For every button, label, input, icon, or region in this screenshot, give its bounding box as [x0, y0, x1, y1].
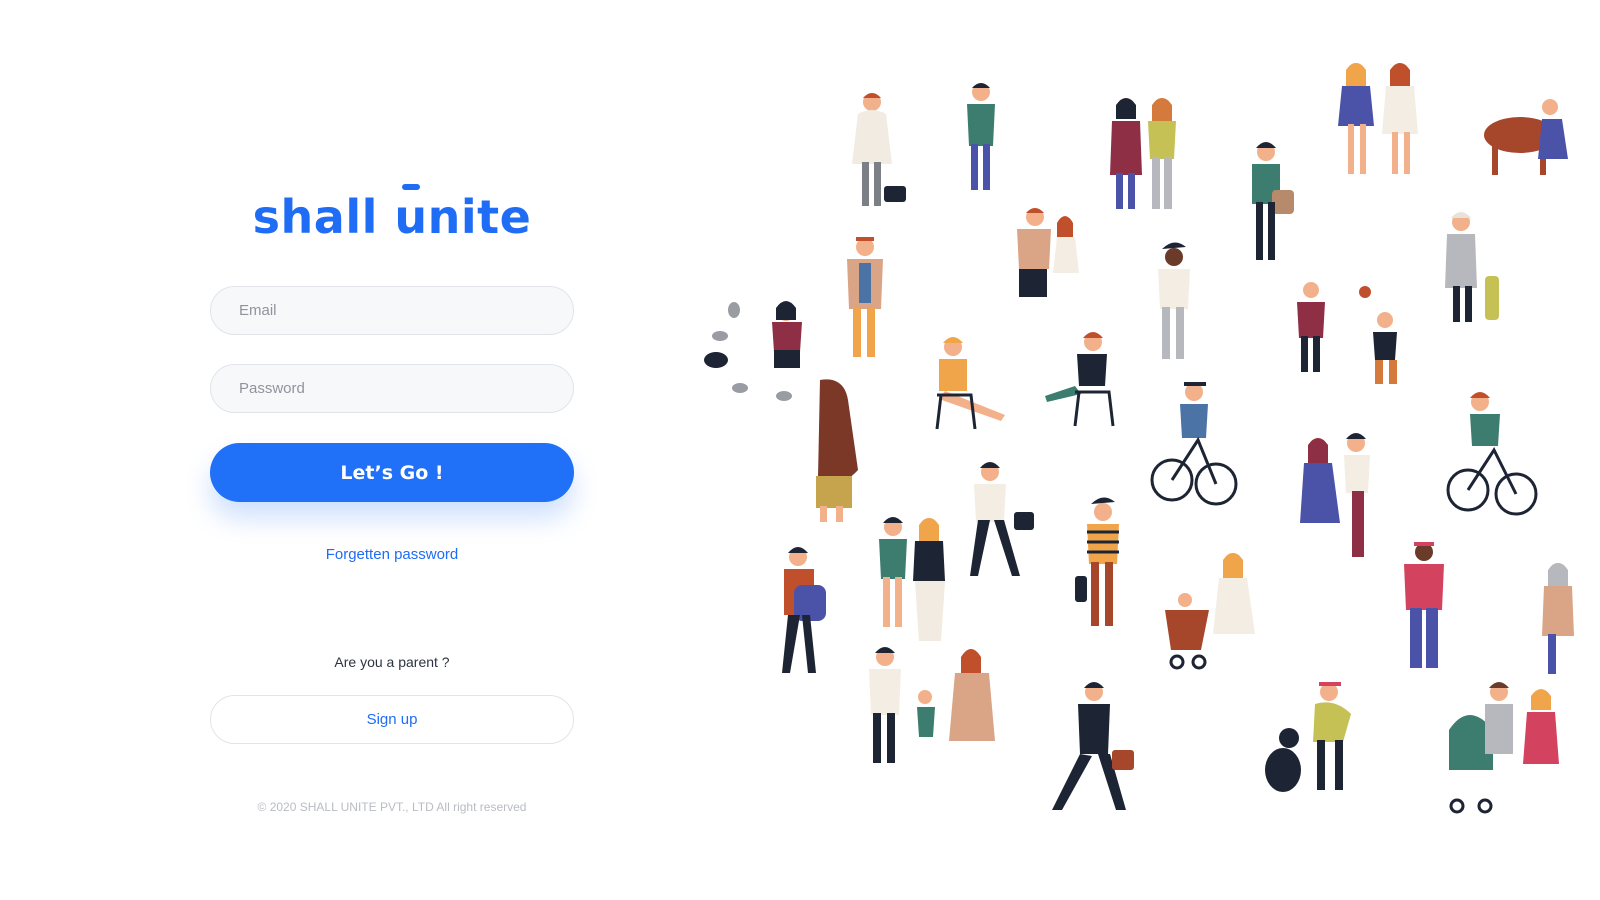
- person-two-women-icon: [1338, 63, 1418, 174]
- person-businessman-icon: [1052, 682, 1134, 810]
- person-boy-dog-icon: [1265, 682, 1351, 792]
- person-old-man-suitcase-icon: [1445, 212, 1499, 322]
- person-two-women-walking-icon: [879, 517, 945, 641]
- logo-smile-letter: u: [394, 184, 428, 244]
- logo-text-left: shall: [252, 190, 395, 244]
- person-red-shirt-icon: [1404, 542, 1444, 668]
- person-man-white-shirt-icon: [1158, 242, 1190, 359]
- person-sitting-chair-icon: [935, 337, 1005, 430]
- email-input[interactable]: [210, 286, 574, 335]
- person-man-blue-bag-icon: [782, 547, 826, 673]
- logo-text-u: u: [394, 190, 428, 244]
- forgot-password-link[interactable]: Forgetten password: [210, 546, 574, 563]
- person-mother-stroller-icon: [1165, 553, 1255, 670]
- person-stroller-couple-icon: [1449, 682, 1559, 814]
- crowd-of-people-illustration: [680, 40, 1600, 840]
- person-edge-woman-icon: [1542, 563, 1574, 674]
- smile-mark-icon: [402, 184, 421, 190]
- person-cyclist-icon: [1150, 382, 1238, 506]
- logo-text-right: nite: [427, 190, 532, 244]
- password-input[interactable]: [210, 364, 574, 413]
- person-cyclist-green-icon: [1446, 392, 1538, 516]
- person-kids-ball-icon: [1297, 282, 1397, 384]
- person-man-teal-icon: [967, 83, 995, 190]
- sign-up-button[interactable]: Sign up: [210, 695, 574, 744]
- person-dancing-couple-icon: [1300, 433, 1370, 557]
- login-panel: shall unite Let’s Go ! Forgetten passwor…: [210, 0, 574, 900]
- person-sitting-man-icon: [1045, 332, 1115, 427]
- login-page: shall unite Let’s Go ! Forgetten passwor…: [0, 0, 1600, 900]
- person-striped-shirt-icon: [1075, 497, 1119, 626]
- person-walking-briefcase-icon: [970, 462, 1034, 576]
- copyright-text: © 2020 SHALL UNITE PVT., LTD All right r…: [257, 800, 527, 814]
- person-long-hair-woman-icon: [816, 379, 858, 522]
- person-man-beret-icon: [847, 237, 883, 357]
- lets-go-button[interactable]: Let’s Go !: [210, 443, 574, 502]
- parent-question: Are you a parent ?: [334, 654, 450, 670]
- person-bag-woman-icon: [1252, 142, 1294, 260]
- person-family-icon: [869, 647, 995, 763]
- person-photographer-icon: [852, 93, 906, 206]
- person-feeding-birds-icon: [704, 301, 802, 401]
- person-couple-women-icon: [1110, 98, 1176, 209]
- person-dog-walker-icon: [1484, 99, 1568, 175]
- person-couple-hug-icon: [1017, 208, 1079, 297]
- brand-logo: shall unite: [210, 184, 574, 244]
